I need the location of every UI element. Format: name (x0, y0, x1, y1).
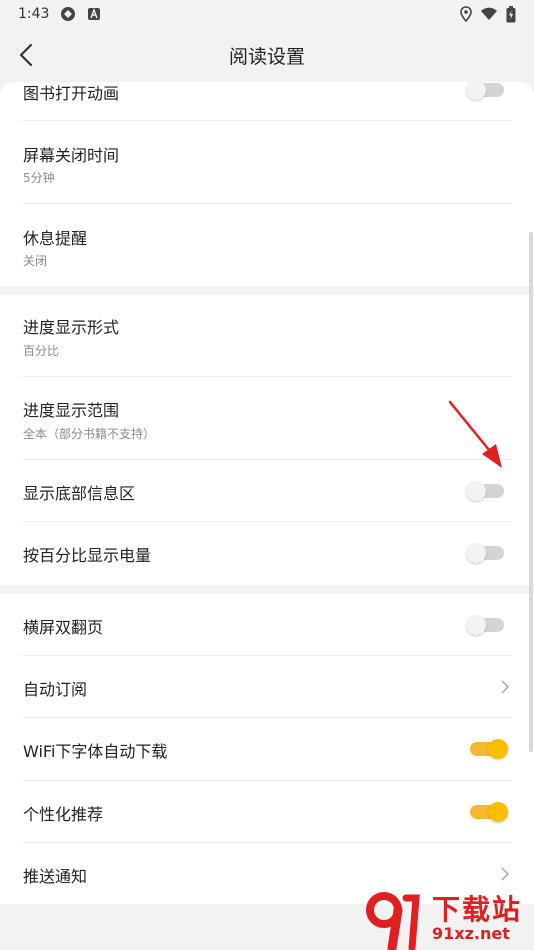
wifi-icon (481, 7, 497, 20)
setting-title: 进度显示范围 (23, 401, 120, 420)
setting-title: 横屏双翻页 (23, 618, 104, 637)
setting-title: 推送通知 (23, 867, 88, 886)
setting-subtitle: 全本（部分书籍不支持） (23, 427, 156, 441)
setting-screen-off-time[interactable]: 屏幕关闭时间 5分钟 (0, 121, 534, 204)
page-title: 阅读设置 (228, 45, 305, 68)
battery-icon (506, 5, 516, 22)
status-time: 1:43 (18, 6, 50, 22)
setting-battery-percentage[interactable]: 按百分比显示电量 (0, 522, 534, 585)
location-icon (460, 6, 472, 22)
show-bottom-info-toggle[interactable] (466, 481, 504, 501)
settings-section-3: 横屏双翻页 自动订阅 WiFi下字体自动下载 个性化推荐 推送通知 (0, 594, 534, 904)
setting-wifi-font-download[interactable]: WiFi下字体自动下载 (0, 718, 534, 781)
status-left: 1:43 (18, 5, 101, 23)
chevron-right-icon (501, 867, 510, 881)
setting-auto-subscribe[interactable]: 自动订阅 (0, 656, 534, 718)
chevron-right-icon (501, 680, 510, 694)
app-notification-icon (61, 7, 76, 21)
settings-content[interactable]: 图书打开动画 屏幕关闭时间 5分钟 休息提醒 关闭 进度显示形式 百分比 进度显… (0, 82, 534, 950)
book-open-animation-toggle[interactable] (466, 82, 504, 100)
setting-title: 自动订阅 (23, 680, 88, 699)
annotation-arrow-icon (448, 400, 502, 468)
a-notification-icon (88, 8, 101, 20)
wifi-font-download-toggle[interactable] (470, 739, 508, 759)
status-bar: 1:43 (0, 0, 534, 28)
watermark-logo-icon (366, 892, 420, 950)
setting-book-open-animation[interactable]: 图书打开动画 (0, 82, 534, 121)
scrollbar[interactable] (529, 232, 533, 752)
setting-title: 休息提醒 (23, 229, 88, 248)
setting-title: 显示底部信息区 (23, 484, 136, 503)
settings-section-1: 图书打开动画 屏幕关闭时间 5分钟 休息提醒 关闭 (0, 82, 534, 286)
setting-title: WiFi下字体自动下载 (23, 742, 168, 761)
setting-title: 图书打开动画 (23, 84, 120, 103)
back-button[interactable] (8, 36, 44, 74)
app-header: 阅读设置 (0, 28, 534, 82)
landscape-double-page-toggle[interactable] (466, 615, 504, 635)
setting-landscape-double-page[interactable]: 横屏双翻页 (0, 594, 534, 656)
status-right (460, 5, 516, 23)
setting-title: 个性化推荐 (23, 805, 104, 824)
battery-percentage-toggle[interactable] (466, 543, 504, 563)
back-arrow-icon (19, 43, 33, 67)
setting-subtitle: 百分比 (23, 344, 60, 358)
setting-title: 屏幕关闭时间 (23, 146, 120, 165)
watermark-title: 下载站 (432, 893, 523, 926)
personalized-recommend-toggle[interactable] (470, 802, 508, 822)
setting-rest-reminder[interactable]: 休息提醒 关闭 (0, 204, 534, 286)
watermark-sub: 91xz.net (432, 924, 510, 943)
setting-personalized-recommend[interactable]: 个性化推荐 (0, 781, 534, 843)
setting-progress-format[interactable]: 进度显示形式 百分比 (0, 295, 534, 377)
setting-title: 进度显示形式 (23, 318, 120, 337)
setting-subtitle: 关闭 (23, 254, 48, 268)
watermark: 下载站 91xz.net (362, 888, 534, 950)
setting-title: 按百分比显示电量 (23, 546, 152, 565)
setting-subtitle: 5分钟 (23, 171, 55, 185)
